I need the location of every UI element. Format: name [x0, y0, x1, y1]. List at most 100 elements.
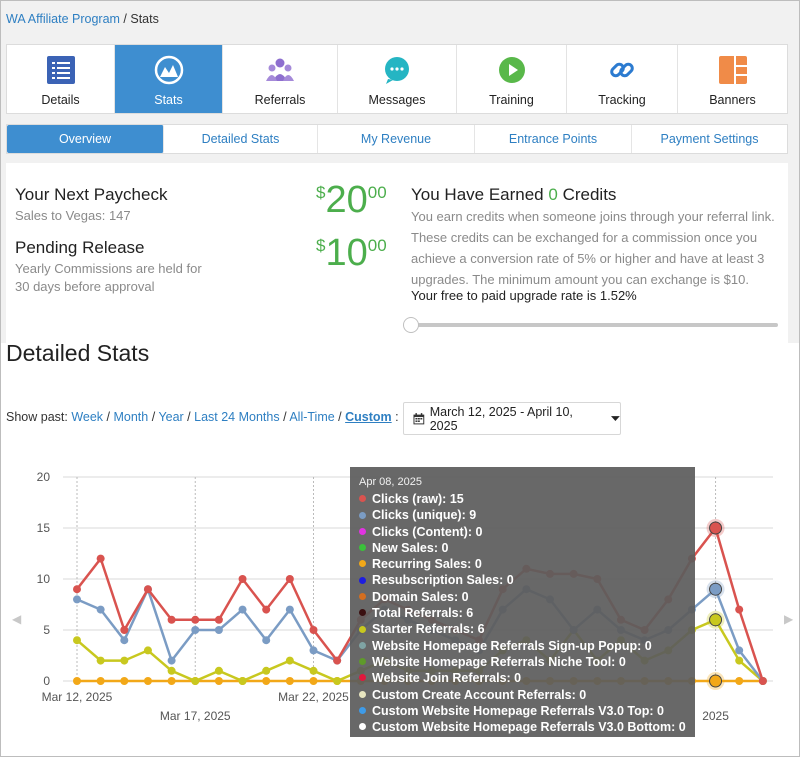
- x-tick-label: 2025: [702, 709, 729, 723]
- series-color-dot: [359, 511, 366, 519]
- data-point: [73, 636, 81, 645]
- data-point: [309, 677, 318, 685]
- range-custom[interactable]: Custom: [345, 410, 392, 424]
- tooltip-rows: Clicks (raw): 15 Clicks (unique): 9 Clicks…: [359, 491, 695, 735]
- credits-description: You earn credits when someone joins thro…: [411, 209, 775, 287]
- data-point: [120, 636, 129, 645]
- data-point: [309, 626, 318, 634]
- series-color-dot: [359, 527, 366, 535]
- pending-currency: $: [316, 236, 326, 255]
- data-point: [262, 666, 271, 675]
- caret-down-icon: [611, 415, 620, 421]
- data-point: [238, 605, 247, 614]
- tab-banners[interactable]: Banners: [678, 45, 787, 113]
- data-point: [214, 666, 223, 675]
- tooltip-row-value: 0: [472, 524, 483, 539]
- chat-bubble-icon: [385, 57, 409, 84]
- series-color-dot: [359, 641, 366, 649]
- series-color-dot: [359, 658, 366, 666]
- data-point: [73, 585, 81, 594]
- upgrade-rate-slider-handle[interactable]: [403, 317, 419, 333]
- paycheck-cents: 00: [367, 183, 387, 202]
- paycheck-amount: $2000: [316, 179, 387, 222]
- range-all-time[interactable]: All-Time: [289, 410, 334, 424]
- series-color-dot: [359, 723, 366, 731]
- data-point: [285, 575, 294, 583]
- series-color-dot: [359, 495, 366, 503]
- subtab-entrance-points[interactable]: Entrance Points: [475, 125, 632, 153]
- tooltip-row-value: 0: [471, 557, 482, 572]
- range-month[interactable]: Month: [113, 410, 148, 424]
- data-point: [167, 677, 176, 685]
- tooltip-row-value: 15: [446, 492, 464, 506]
- play-icon: [498, 57, 525, 83]
- data-point-highlight: [709, 613, 723, 627]
- tooltip-row: Website Homepage Referrals Sign-up Popup…: [359, 638, 695, 654]
- tooltip-row: Clicks (Content): 0: [359, 524, 695, 540]
- breadcrumb-current: Stats: [130, 12, 159, 26]
- y-tick-label: 20: [37, 470, 51, 484]
- data-point: [735, 656, 744, 665]
- tooltip-row-label: Custom Website Homepage Referrals V3.0 T…: [372, 703, 654, 718]
- list-icon: [46, 56, 75, 84]
- subtab-detailed-stats[interactable]: Detailed Stats: [164, 125, 318, 153]
- tab-label: Messages: [368, 93, 426, 107]
- data-point: [214, 677, 223, 685]
- range-week[interactable]: Week: [71, 410, 103, 424]
- tooltip-row-value: 0: [458, 589, 469, 604]
- data-point: [143, 646, 152, 655]
- tab-label: Stats: [154, 93, 183, 107]
- chart-prev-arrow[interactable]: ◀: [12, 612, 21, 626]
- data-point: [214, 626, 223, 634]
- subtab-payment-settings[interactable]: Payment Settings: [632, 125, 787, 153]
- data-point: [735, 646, 744, 655]
- tab-label: Referrals: [254, 93, 306, 107]
- tab-details[interactable]: Details: [7, 45, 115, 113]
- tooltip-row-label: New Sales:: [372, 540, 439, 555]
- y-tick-label: 10: [37, 572, 51, 586]
- chart-tooltip: Apr 08, 2025 Clicks (raw): 15 Clicks (uni…: [350, 467, 695, 737]
- range-year[interactable]: Year: [158, 410, 183, 424]
- credits-count: 0: [548, 185, 558, 204]
- series-color-dot: [359, 625, 366, 633]
- series-color-dot: [359, 544, 366, 552]
- date-range-picker[interactable]: March 12, 2025 - April 10, 2025: [403, 402, 621, 435]
- show-past-filter: Show past: Week / Month / Year / Last 24…: [6, 410, 399, 424]
- data-point: [96, 554, 105, 563]
- data-point: [735, 605, 744, 614]
- data-point: [333, 677, 342, 685]
- tab-tracking[interactable]: Tracking: [567, 45, 678, 113]
- data-point: [120, 656, 129, 665]
- sub-tabs: Overview Detailed Stats My Revenue Entra…: [6, 124, 788, 154]
- credits-title-prefix: You Have Earned: [411, 185, 549, 204]
- data-point: [167, 656, 176, 665]
- breadcrumb-link[interactable]: WA Affiliate Program: [6, 12, 120, 26]
- tab-stats[interactable]: Stats: [115, 45, 223, 113]
- tooltip-row: Starter Referrals: 6: [359, 621, 695, 637]
- subtab-my-revenue[interactable]: My Revenue: [318, 125, 475, 153]
- data-point: [262, 677, 271, 685]
- data-point-highlight: [709, 521, 723, 535]
- tooltip-row-value: 0: [675, 720, 686, 735]
- tab-label: Details: [41, 93, 80, 107]
- data-point: [333, 656, 342, 665]
- data-point: [735, 677, 744, 685]
- tab-referrals[interactable]: Referrals: [223, 45, 338, 113]
- x-tick-label: Mar 12, 2025: [42, 690, 113, 704]
- data-point: [167, 666, 176, 675]
- tooltip-row-value: 0: [653, 703, 664, 718]
- tooltip-row-value: 6: [474, 622, 485, 637]
- tooltip-row-label: Starter Referrals:: [372, 622, 475, 637]
- y-tick-label: 0: [43, 674, 50, 688]
- tab-label: Tracking: [598, 93, 646, 107]
- tab-messages[interactable]: Messages: [338, 45, 457, 113]
- chart-next-arrow[interactable]: ▶: [784, 612, 793, 626]
- tooltip-row-value: 0: [575, 687, 587, 702]
- range-24-months[interactable]: Last 24 Months: [194, 410, 279, 424]
- subtab-overview[interactable]: Overview: [7, 125, 164, 153]
- breadcrumb-separator: /: [119, 12, 131, 26]
- tooltip-row: Custom Website Homepage Referrals V3.0 B…: [359, 719, 695, 735]
- x-tick-label: Mar 17, 2025: [160, 709, 231, 723]
- tab-training[interactable]: Training: [457, 45, 567, 113]
- upgrade-rate-text: Your free to paid upgrade rate is 1.52%: [411, 288, 637, 303]
